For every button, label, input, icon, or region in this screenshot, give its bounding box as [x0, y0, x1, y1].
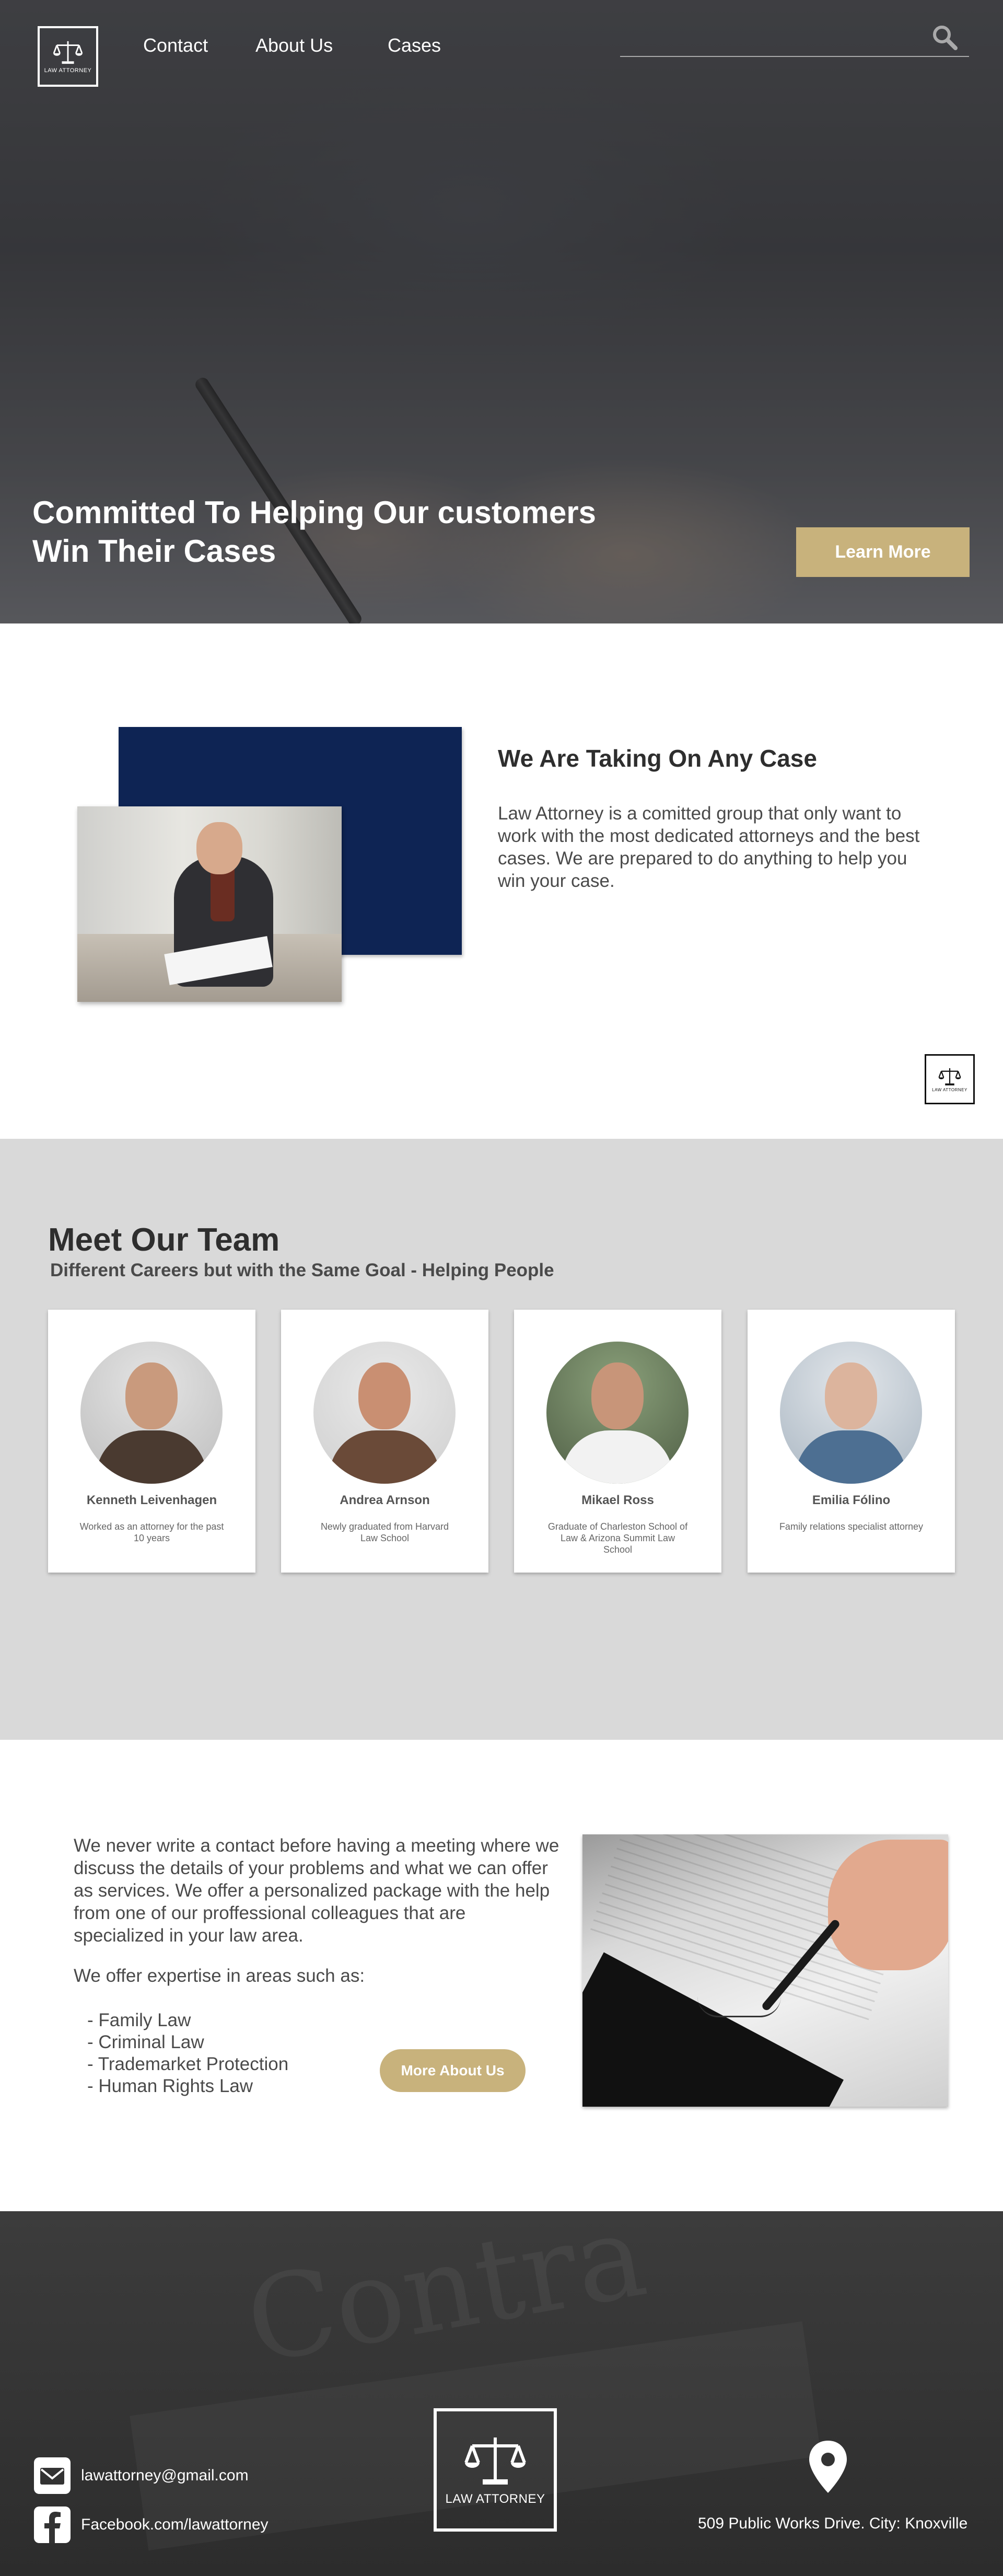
facebook-icon[interactable]: [33, 2505, 72, 2544]
footer-logo[interactable]: LAW ATTORNEY: [434, 2408, 557, 2532]
member-name: Kenneth Leivenhagen: [86, 1493, 217, 1507]
expertise-list: - Family Law - Criminal Law - Trademarke…: [87, 2009, 288, 2097]
list-item: - Trademarket Protection: [87, 2054, 289, 2074]
avatar: [546, 1342, 689, 1484]
about-title: We Are Taking On Any Case: [498, 745, 817, 772]
team-card[interactable]: Kenneth Leivenhagen Worked as an attorne…: [48, 1310, 255, 1573]
logo-caption: LAW ATTORNEY: [445, 2492, 545, 2506]
services-text: We never write a contact before having a…: [74, 1835, 559, 1946]
footer-address: 509 Public Works Drive. City: Knoxville: [698, 2515, 968, 2532]
footer-facebook[interactable]: Facebook.com/lawattorney: [81, 2516, 269, 2534]
header-logo[interactable]: LAW ATTORNEY: [38, 26, 98, 87]
nav-about-us[interactable]: About Us: [255, 34, 333, 56]
logo-caption: LAW ATTORNEY: [932, 1087, 967, 1092]
member-name: Andrea Arnson: [340, 1493, 430, 1507]
member-description: Graduate of Charleston School of Law & A…: [547, 1521, 688, 1555]
member-name: Emilia Fólino: [812, 1493, 891, 1507]
more-about-us-button[interactable]: More About Us: [380, 2049, 526, 2092]
list-item: - Criminal Law: [87, 2032, 204, 2052]
about-text: Law Attorney is a comitted group that on…: [498, 803, 920, 891]
nav-contact[interactable]: Contact: [143, 34, 208, 56]
expertise-intro: We offer expertise in areas such as:: [74, 1966, 365, 1986]
search-icon[interactable]: [931, 24, 958, 50]
scales-icon: [53, 41, 83, 64]
section-logo: LAW ATTORNEY: [925, 1054, 975, 1104]
learn-more-button[interactable]: Learn More: [796, 527, 970, 577]
nav-cases[interactable]: Cases: [388, 34, 441, 56]
list-item: - Human Rights Law: [87, 2076, 253, 2096]
team-card[interactable]: Emilia Fólino Family relations specialis…: [748, 1310, 955, 1573]
member-name: Mikael Ross: [581, 1493, 654, 1507]
scales-icon: [938, 1068, 961, 1085]
member-description: Family relations specialist attorney: [779, 1521, 924, 1532]
avatar: [313, 1342, 456, 1484]
signing-document-photo: [582, 1834, 948, 2107]
list-item: - Family Law: [87, 2010, 191, 2030]
logo-caption: LAW ATTORNEY: [44, 67, 92, 74]
hero-title: Committed To Helping Our customers Win T…: [32, 495, 596, 569]
member-description: Worked as an attorney for the past 10 ye…: [79, 1521, 224, 1543]
team-subtitle: Different Careers but with the Same Goal…: [50, 1260, 554, 1280]
team-card[interactable]: Andrea Arnson Newly graduated from Harva…: [281, 1310, 488, 1573]
avatar: [780, 1342, 922, 1484]
location-pin-icon: [809, 2441, 847, 2493]
member-description: Newly graduated from Harvard Law School: [320, 1521, 449, 1543]
attorney-reading-photo: [77, 806, 342, 1002]
team-title: Meet Our Team: [48, 1222, 280, 1258]
avatar: [80, 1342, 223, 1484]
mail-icon[interactable]: [33, 2456, 72, 2495]
footer-email[interactable]: lawattorney@gmail.com: [81, 2467, 249, 2485]
team-card[interactable]: Mikael Ross Graduate of Charleston Schoo…: [514, 1310, 721, 1573]
scales-icon: [464, 2438, 526, 2485]
search-input[interactable]: [620, 56, 969, 57]
